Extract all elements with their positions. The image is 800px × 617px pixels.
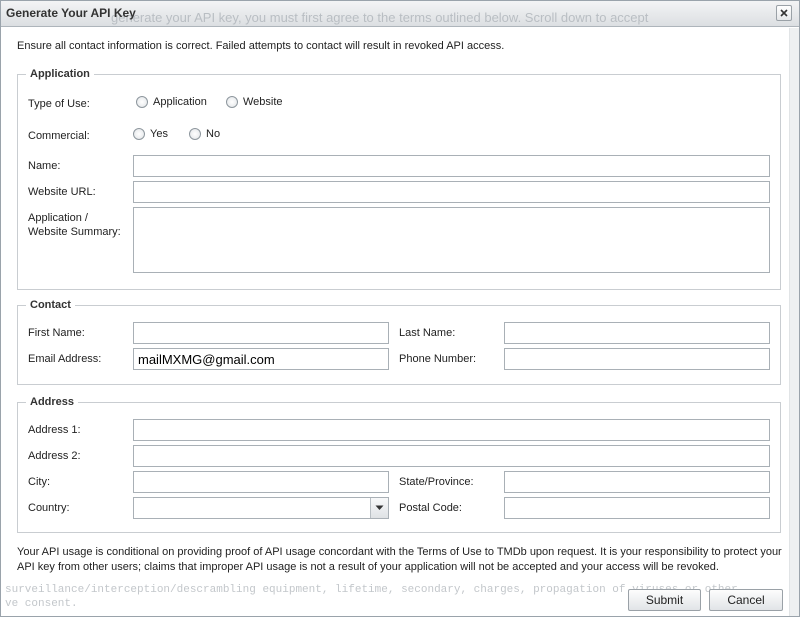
submit-button[interactable]: Submit bbox=[628, 589, 701, 611]
country-select[interactable] bbox=[133, 497, 389, 519]
commercial-yes-label: Yes bbox=[150, 128, 168, 140]
type-application-radio[interactable]: Application bbox=[136, 96, 207, 108]
phone-input[interactable] bbox=[504, 348, 770, 370]
country-dropdown-button[interactable] bbox=[370, 498, 388, 518]
city-input[interactable] bbox=[133, 471, 389, 493]
address2-label: Address 2: bbox=[28, 450, 81, 462]
scrollbar-track[interactable] bbox=[789, 28, 799, 616]
type-of-use-label: Type of Use: bbox=[28, 98, 90, 110]
name-label: Name: bbox=[28, 160, 61, 172]
website-url-input[interactable] bbox=[133, 181, 770, 203]
commercial-yes-radio[interactable]: Yes bbox=[133, 128, 168, 140]
last-name-input[interactable] bbox=[504, 322, 770, 344]
radio-icon[interactable] bbox=[226, 96, 238, 108]
address-legend: Address bbox=[30, 396, 75, 408]
type-website-label: Website bbox=[243, 96, 283, 108]
chevron-down-icon bbox=[375, 505, 384, 510]
api-key-dialog: generate your API key, you must first ag… bbox=[0, 0, 800, 617]
cancel-button[interactable]: Cancel bbox=[709, 589, 783, 611]
state-input[interactable] bbox=[504, 471, 770, 493]
address1-label: Address 1: bbox=[28, 424, 81, 436]
dialog-title: Generate Your API Key bbox=[6, 6, 136, 20]
summary-textarea[interactable] bbox=[133, 207, 770, 273]
button-bar: surveillance/interception/descrambling e… bbox=[1, 578, 791, 616]
city-label: City: bbox=[28, 476, 50, 488]
state-label: State/Province: bbox=[399, 476, 474, 488]
type-application-label: Application bbox=[153, 96, 207, 108]
type-website-radio[interactable]: Website bbox=[226, 96, 283, 108]
email-label: Email Address: bbox=[28, 353, 102, 365]
summary-label-line2: Website Summary: bbox=[28, 226, 121, 238]
application-legend: Application bbox=[30, 68, 90, 80]
radio-icon[interactable] bbox=[189, 128, 201, 140]
close-icon bbox=[780, 9, 788, 17]
first-name-label: First Name: bbox=[28, 327, 85, 339]
phone-label: Phone Number: bbox=[399, 353, 477, 365]
intro-text: Ensure all contact information is correc… bbox=[17, 40, 505, 52]
dialog-titlebar[interactable]: generate your API key, you must first ag… bbox=[1, 1, 799, 27]
address1-input[interactable] bbox=[133, 419, 770, 441]
summary-label-line1: Application / bbox=[28, 212, 88, 224]
background-page-text: generate your API key, you must first ag… bbox=[111, 10, 649, 25]
usage-disclaimer: Your API usage is conditional on providi… bbox=[17, 546, 782, 573]
email-input[interactable] bbox=[133, 348, 389, 370]
name-input[interactable] bbox=[133, 155, 770, 177]
commercial-no-label: No bbox=[206, 128, 221, 140]
commercial-no-radio[interactable]: No bbox=[189, 128, 220, 140]
contact-legend: Contact bbox=[30, 299, 71, 311]
commercial-label: Commercial: bbox=[28, 130, 90, 142]
address2-input[interactable] bbox=[133, 445, 770, 467]
radio-icon[interactable] bbox=[136, 96, 148, 108]
country-label: Country: bbox=[28, 502, 70, 514]
radio-icon[interactable] bbox=[133, 128, 145, 140]
close-button[interactable] bbox=[776, 5, 792, 21]
postal-code-label: Postal Code: bbox=[399, 502, 462, 514]
website-url-label: Website URL: bbox=[28, 186, 96, 198]
postal-code-input[interactable] bbox=[504, 497, 770, 519]
first-name-input[interactable] bbox=[133, 322, 389, 344]
last-name-label: Last Name: bbox=[399, 327, 456, 339]
